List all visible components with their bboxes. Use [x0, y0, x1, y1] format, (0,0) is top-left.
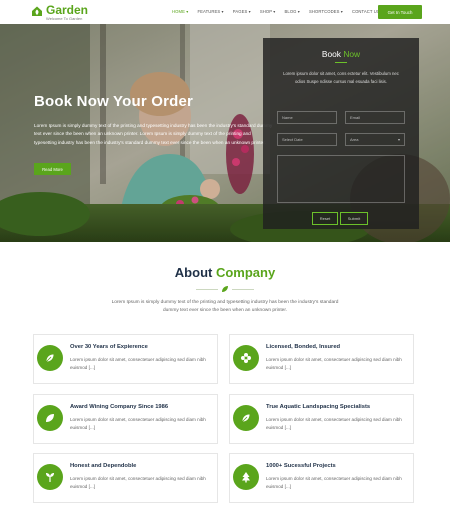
- hero-description: Lorem Ipsum is simply dummy text of the …: [34, 123, 273, 145]
- booking-title-b: Now: [343, 49, 361, 59]
- title-divider: [335, 62, 347, 63]
- nav-item-blog[interactable]: BLOG ▾: [285, 9, 301, 14]
- feature-card: 1000+ Sucessful Projects Lorem ipsum dol…: [229, 453, 414, 503]
- feature-card: Licensed, Bonded, Insured Lorem ipsum do…: [229, 334, 414, 384]
- feature-title: Award Wining Company Since 1986: [70, 404, 169, 410]
- email-input[interactable]: Email: [345, 111, 405, 124]
- about-heading-a: About: [174, 265, 213, 280]
- booking-title-a: Book: [321, 49, 341, 59]
- about-description: Lorem Ipsum is simply dummy text of the …: [111, 300, 339, 314]
- nav-item-home[interactable]: HOME ▾: [172, 9, 188, 14]
- chevron-down-icon: ▾: [397, 137, 400, 142]
- feature-card: Honest and Dependoble Lorem ipsum dolor …: [33, 453, 218, 503]
- flower-icon: [233, 345, 259, 371]
- nav-item-shortcodes[interactable]: SHORTCODES ▾: [309, 9, 343, 14]
- about-heading-b: Company: [215, 265, 276, 280]
- booking-description: Lorem ipsum dolor sit amet, cons ectetur…: [283, 71, 399, 84]
- leaf-icon: [222, 286, 228, 292]
- nav-item-shop[interactable]: SHOP ▾: [260, 9, 276, 14]
- area-select[interactable]: Area ▾: [345, 133, 405, 146]
- feature-card: Over 30 Years of Expierence Lorem ipsum …: [33, 334, 218, 384]
- logo[interactable]: Garden Welcome To Garden: [31, 4, 88, 21]
- feature-desc: Lorem ipsum dolor sit amet, consectetuer…: [266, 357, 402, 371]
- brand-name: Garden: [46, 3, 89, 17]
- feature-title: Honest and Dependoble: [70, 463, 137, 469]
- main-nav: HOME ▾ FEATURES ▾ PAGES ▾ SHOP ▾ BLOG ▾ …: [172, 9, 383, 14]
- message-textarea[interactable]: [277, 155, 405, 203]
- name-input[interactable]: Name: [277, 111, 337, 124]
- leaf-icon: [233, 405, 259, 431]
- feature-card: True Aquatic Landspacing Specialists Lor…: [229, 394, 414, 444]
- house-leaf-icon: [32, 6, 42, 16]
- leaf-icon: [37, 345, 63, 371]
- read-more-button[interactable]: Read More: [34, 163, 71, 175]
- feature-title: Licensed, Bonded, Insured: [266, 344, 341, 350]
- about-heading: About Company: [0, 265, 450, 280]
- feature-desc: Lorem ipsum dolor sit amet, consectetuer…: [266, 476, 402, 490]
- feature-desc: Lorem ipsum dolor sit amet, consectetuer…: [70, 476, 206, 490]
- divider-right: [232, 289, 254, 290]
- nav-item-features[interactable]: FEATURES ▾: [197, 9, 223, 14]
- hero-title: Book Now Your Order: [34, 93, 194, 110]
- tree-icon: [233, 464, 259, 490]
- feature-desc: Lorem ipsum dolor sit amet, consectetuer…: [70, 417, 206, 431]
- booking-form: Book Now Lorem ipsum dolor sit amet, con…: [263, 38, 419, 229]
- area-select-value: Area: [350, 137, 359, 142]
- site-header: Garden Welcome To Garden HOME ▾ FEATURES…: [0, 0, 450, 24]
- feature-card: Award Wining Company Since 1986 Lorem ip…: [33, 394, 218, 444]
- brand-tagline: Welcome To Garden: [46, 16, 83, 21]
- submit-button[interactable]: Submit: [340, 212, 368, 225]
- hero-section: Book Now Your Order Lorem Ipsum is simpl…: [0, 24, 450, 242]
- sprout-icon: [37, 464, 63, 490]
- feature-title: 1000+ Sucessful Projects: [266, 463, 336, 469]
- leaf-icon: [37, 405, 63, 431]
- feature-title: Over 30 Years of Expierence: [70, 344, 148, 350]
- feature-desc: Lorem ipsum dolor sit amet, consectetuer…: [266, 417, 402, 431]
- feature-title: True Aquatic Landspacing Specialists: [266, 404, 371, 410]
- reset-button[interactable]: Reset: [312, 212, 338, 225]
- get-in-touch-button[interactable]: Get In Touch: [378, 5, 422, 19]
- divider-left: [196, 289, 218, 290]
- date-input[interactable]: Select Date: [277, 133, 337, 146]
- booking-title: Book Now: [263, 49, 419, 59]
- nav-item-pages[interactable]: PAGES ▾: [233, 9, 251, 14]
- feature-desc: Lorem ipsum dolor sit amet, consectetuer…: [70, 357, 206, 371]
